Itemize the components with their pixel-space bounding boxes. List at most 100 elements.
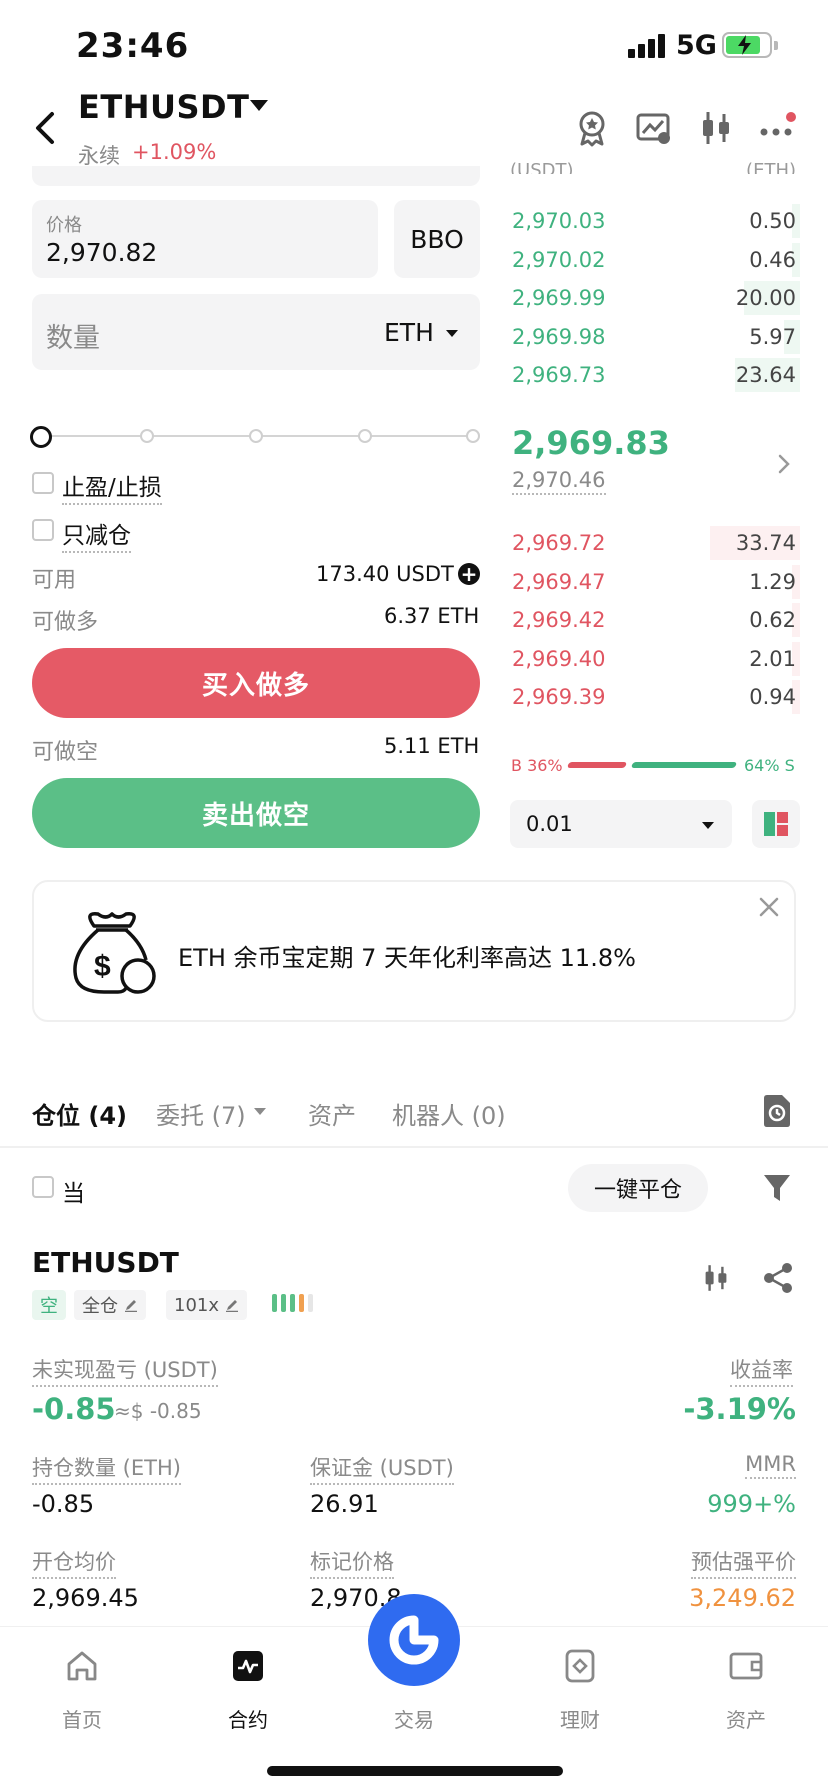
mmr-label: MMR (745, 1452, 796, 1479)
history-icon[interactable] (762, 1094, 792, 1128)
book-price: 2,970.02 (512, 247, 606, 272)
edit-icon (226, 1300, 239, 1312)
nav-assets[interactable]: 资产 (686, 1648, 806, 1738)
nav-contract-label: 合约 (228, 1708, 268, 1732)
nav-finance[interactable]: 理财 (520, 1648, 640, 1738)
book-price: 2,969.47 (512, 569, 606, 594)
bid-row[interactable]: 2,969.42 0.62 (510, 601, 800, 639)
edit-icon (125, 1300, 137, 1312)
finance-icon (562, 1648, 598, 1684)
home-indicator (267, 1766, 563, 1776)
buy-long-button[interactable]: 买入做多 (32, 648, 480, 718)
nav-trade-label: 交易 (394, 1708, 434, 1732)
position-side-tag: 空 (32, 1290, 66, 1320)
ask-row[interactable]: 2,970.02 0.46 (510, 241, 800, 279)
entry-price-value: 2,969.45 (32, 1584, 139, 1612)
max-long-label: 可做多 (32, 610, 99, 635)
price-value[interactable]: 2,970.82 (46, 238, 157, 267)
available-label: 可用 (32, 568, 77, 593)
margin-mode-tag[interactable]: 全仓 (74, 1290, 146, 1320)
close-icon[interactable] (758, 896, 780, 918)
pair-title[interactable]: ETHUSDT (78, 88, 249, 126)
order-type-selector[interactable] (32, 166, 480, 186)
add-funds-icon[interactable]: + (458, 563, 480, 585)
chevron-down-icon[interactable] (254, 1108, 266, 1115)
chevron-down-icon[interactable] (702, 822, 714, 829)
book-price: 2,969.98 (512, 324, 606, 349)
book-price: 2,969.42 (512, 608, 606, 632)
nav-home-label: 首页 (62, 1708, 102, 1732)
candlestick-icon[interactable] (696, 108, 736, 148)
close-all-button[interactable]: 一键平仓 (568, 1164, 708, 1212)
liquidation-price-label: 预估强平价 (691, 1546, 796, 1579)
banner-text[interactable]: ETH 余币宝定期 7 天年化利率高达 11.8% (178, 938, 636, 973)
quantity-placeholder: 数量 (46, 323, 100, 354)
reduce-only-checkbox[interactable] (32, 519, 54, 541)
margin-label: 保证金 (USDT) (310, 1452, 454, 1485)
ask-row[interactable]: 2,969.98 5.97 (510, 318, 800, 356)
slider-stop-100[interactable] (466, 429, 480, 443)
book-qty: 2.01 (749, 646, 796, 671)
buy-ratio-bar (566, 762, 628, 768)
book-qty: 0.46 (749, 247, 796, 272)
slider-stop-50[interactable] (249, 429, 263, 443)
bbo-button[interactable]: BBO (394, 200, 480, 278)
mmr-value: 999+% (707, 1490, 796, 1518)
nav-home[interactable]: 首页 (22, 1648, 142, 1738)
tab-orders[interactable]: 委托 (7) (156, 1096, 246, 1131)
current-pair-label[interactable]: 当 (62, 1174, 85, 1208)
precision-value[interactable]: 0.01 (526, 812, 573, 836)
filter-icon[interactable] (762, 1172, 792, 1204)
candlestick-icon[interactable] (700, 1262, 732, 1294)
tpsl-label[interactable]: 止盈/止损 (62, 468, 162, 505)
quantity-unit-selector[interactable]: ETH (384, 318, 434, 347)
chevron-down-icon[interactable] (446, 330, 458, 337)
pair-dropdown-caret-icon[interactable] (250, 100, 268, 111)
margin-mode-text: 全仓 (82, 1296, 118, 1317)
ask-row[interactable]: 2,970.03 0.50 (510, 202, 800, 240)
orderbook-layout-button[interactable] (752, 800, 800, 848)
award-icon[interactable] (572, 108, 612, 148)
network-type: 5G (676, 30, 717, 61)
book-qty: 23.64 (735, 363, 796, 387)
leverage-tag[interactable]: 101x (166, 1290, 248, 1320)
bid-row[interactable]: 2,969.72 33.74 (510, 524, 800, 562)
trade-logo-icon[interactable] (368, 1594, 460, 1686)
price-label: 价格 (46, 215, 82, 236)
book-price: 2,969.73 (512, 363, 606, 387)
ask-row[interactable]: 2,969.73 23.64 (510, 356, 800, 394)
svg-text:$: $ (94, 950, 111, 983)
roe-value: -3.19% (683, 1392, 796, 1426)
back-button[interactable] (30, 108, 66, 148)
more-icon[interactable] (758, 108, 798, 148)
position-symbol[interactable]: ETHUSDT (32, 1246, 179, 1279)
share-icon[interactable] (762, 1262, 794, 1294)
sell-short-button[interactable]: 卖出做空 (32, 778, 480, 848)
nav-contract[interactable]: 合约 (188, 1648, 308, 1738)
mark-price-label: 标记价格 (310, 1546, 394, 1579)
tab-bots[interactable]: 机器人 (0) (392, 1096, 506, 1131)
roe-label: 收益率 (730, 1354, 793, 1387)
liquidation-price-value: 3,249.62 (689, 1584, 796, 1612)
chart-alert-icon[interactable] (634, 108, 674, 148)
sell-ratio-bar (630, 762, 738, 768)
bid-row[interactable]: 2,969.39 0.94 (510, 678, 800, 716)
entry-price-label: 开仓均价 (32, 1546, 116, 1579)
chevron-right-icon[interactable] (774, 452, 794, 476)
ask-row[interactable]: 2,969.99 20.00 (510, 279, 800, 317)
slider-stop-25[interactable] (140, 429, 154, 443)
orderbook-price-header: (USDT) (510, 160, 574, 174)
tab-positions[interactable]: 仓位 (4) (32, 1096, 127, 1131)
nav-finance-label: 理财 (560, 1708, 600, 1732)
book-qty: 0.50 (749, 209, 796, 233)
reduce-only-label[interactable]: 只减仓 (62, 516, 131, 553)
slider-handle[interactable] (30, 426, 52, 448)
tab-assets[interactable]: 资产 (308, 1096, 356, 1131)
bid-row[interactable]: 2,969.47 1.29 (510, 563, 800, 601)
bid-row[interactable]: 2,969.40 2.01 (510, 640, 800, 678)
available-value: 173.40 USDT (316, 562, 454, 586)
slider-stop-75[interactable] (358, 429, 372, 443)
last-price: 2,969.83 (512, 424, 670, 462)
current-pair-checkbox[interactable] (32, 1176, 54, 1198)
tpsl-checkbox[interactable] (32, 472, 54, 494)
